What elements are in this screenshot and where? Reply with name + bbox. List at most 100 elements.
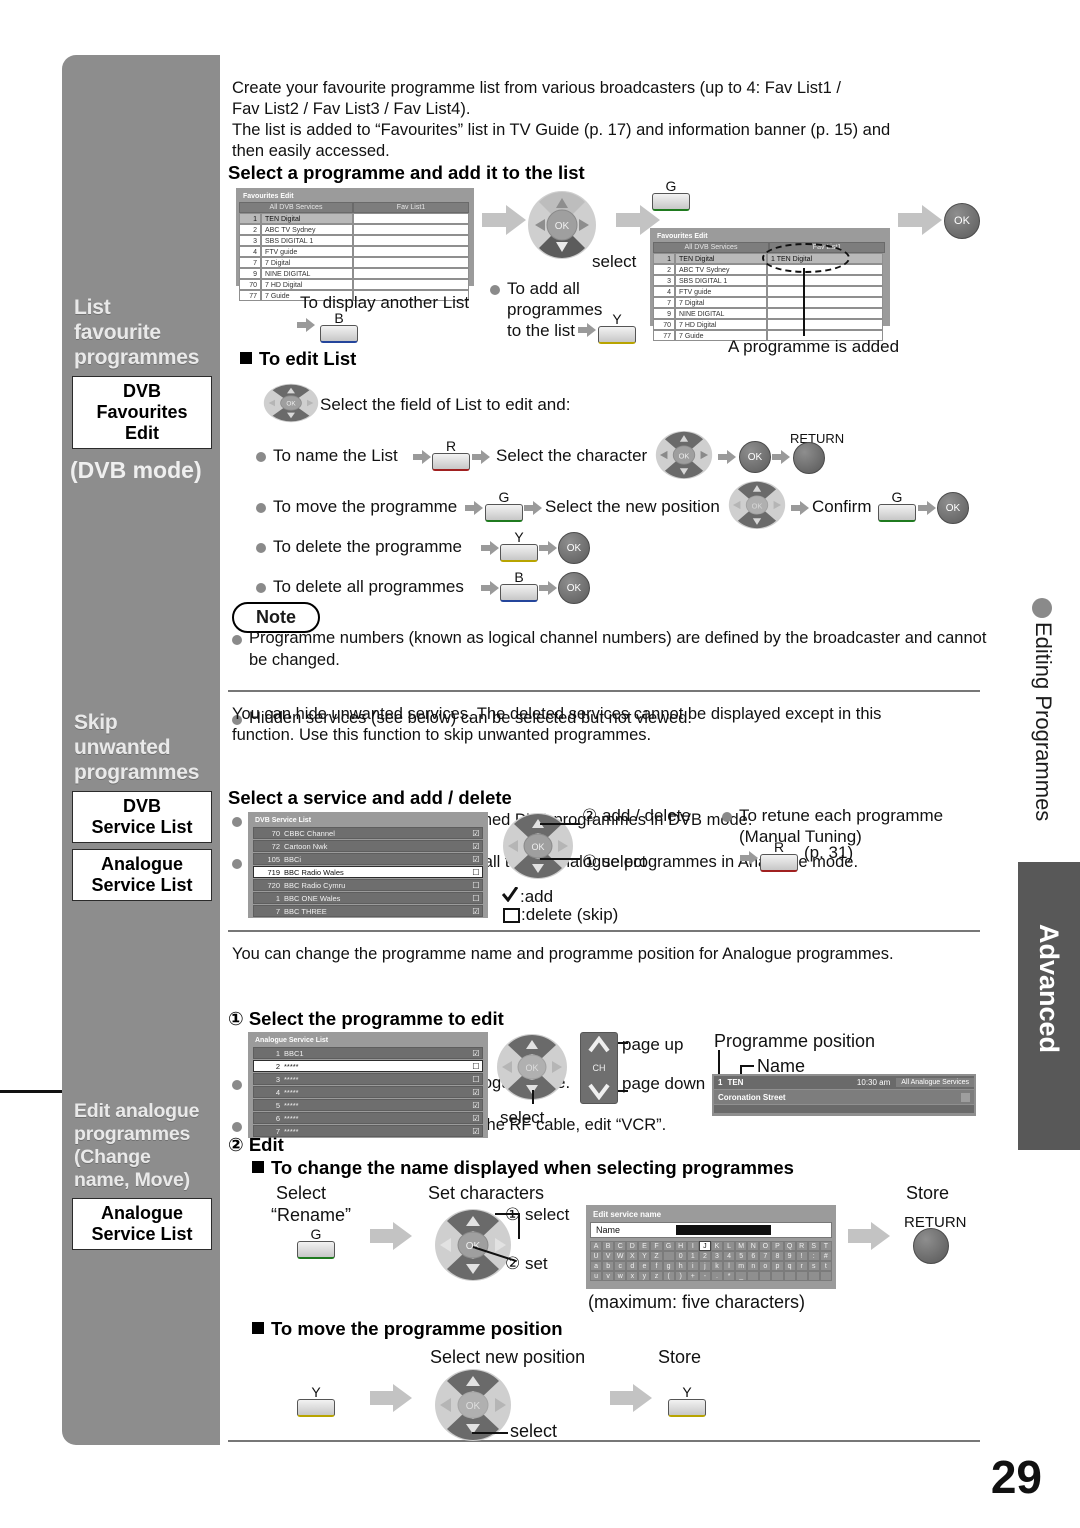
ok-button-name[interactable]: OK [739,441,771,473]
colour-key-g-confirm[interactable]: G [878,490,916,522]
table-row[interactable]: 9 NINE DIGITAL [239,268,471,279]
table-row[interactable]: 3 SBS DIGITAL 1 [239,235,471,246]
keyboard-key[interactable]: 0 [674,1251,687,1261]
keyboard-key[interactable]: w [614,1271,627,1281]
empty-box-icon[interactable]: ☐ [470,868,482,877]
keyboard-key[interactable]: C [614,1241,627,1251]
keyboard-key[interactable]: H [674,1241,687,1251]
keyboard-key[interactable]: I [686,1241,699,1251]
empty-box-icon[interactable]: ☐ [470,1075,482,1084]
keyboard-key[interactable]: Y [638,1251,651,1261]
colour-key-g-rename[interactable]: G [297,1227,335,1259]
check-icon[interactable]: ☑ [470,1049,482,1058]
keyboard-key[interactable]: ) [674,1271,687,1281]
keyboard-key[interactable]: f [650,1261,663,1271]
list-item[interactable]: 72 Cartoon Nwk ☑ [253,840,483,852]
list-item[interactable]: 5 ***** ☑ [253,1099,483,1111]
keyboard-key[interactable]: j [698,1261,711,1271]
dpad-move-programme[interactable]: OK [728,480,786,530]
check-icon[interactable]: ☑ [470,829,482,838]
keyboard-key[interactable]: # [819,1251,832,1261]
check-icon[interactable]: ☑ [470,1088,482,1097]
list-item[interactable]: 2 ***** ☐ [253,1060,483,1072]
table-row[interactable]: 70 7 HD Digital [653,319,887,330]
keyboard-key[interactable]: e [638,1261,651,1271]
keyboard-key[interactable]: k [710,1261,724,1271]
ok-button-confirm[interactable]: OK [937,492,969,524]
keyboard-key[interactable]: - [698,1271,711,1281]
fav-cell[interactable] [353,246,469,257]
colour-key-y-addall[interactable]: Y [598,312,636,344]
keyboard-key[interactable]: L [723,1241,736,1251]
keyboard-key[interactable]: Q [783,1241,796,1251]
empty-box-icon[interactable]: ☐ [470,881,482,890]
list-item[interactable]: 720 BBC Radio Cymru ☐ [253,879,483,891]
keyboard-key[interactable]: y [638,1271,651,1281]
keyboard-key[interactable]: 9 [783,1251,796,1261]
keyboard-key[interactable]: : [807,1251,820,1261]
keyboard-key[interactable]: t [819,1261,832,1271]
keyboard-key[interactable]: W [614,1251,627,1261]
dpad-select-character[interactable]: OK [655,430,713,480]
colour-key-b-deleteall[interactable]: B [500,570,538,602]
keyboard-key[interactable]: A [590,1241,603,1251]
keyboard-key[interactable]: q [783,1261,796,1271]
keyboard-key[interactable]: J [698,1241,711,1251]
table-row[interactable]: 9 NINE DIGITAL [653,308,887,319]
list-item[interactable]: 105 BBCi ☑ [253,853,483,865]
table-row[interactable]: 3 SBS DIGITAL 1 [653,275,887,286]
keyboard-key[interactable]: D [626,1241,639,1251]
keyboard-key[interactable]: o [759,1261,772,1271]
list-item[interactable]: 6 ***** ☑ [253,1112,483,1124]
table-row[interactable]: 70 7 HD Digital [239,279,471,290]
keyboard-key[interactable]: B [602,1241,615,1251]
keyboard-key[interactable]: 2 [698,1251,711,1261]
keyboard-key[interactable]: 8 [771,1251,784,1261]
table-row[interactable]: 1 TEN Digital [239,213,471,224]
ch-rocker[interactable]: CH [580,1032,618,1104]
check-icon[interactable]: ☑ [470,855,482,864]
list-item[interactable]: 3 ***** ☐ [253,1073,483,1085]
table-row[interactable]: 2 ABC TV Sydney [239,224,471,235]
table-row[interactable]: 4 FTV guide [239,246,471,257]
table-row[interactable]: 77 Digital [239,257,471,268]
keyboard-key[interactable]: T [819,1241,832,1251]
keyboard-key[interactable]: 1 [686,1251,699,1261]
keyboard-key[interactable]: S [807,1241,820,1251]
fav-cell[interactable] [767,319,883,330]
sidebar-chip-analogue-service-list[interactable]: Analogue Service List [72,849,212,901]
fav-cell[interactable] [767,308,883,319]
colour-key-g-move[interactable]: G [485,490,523,522]
check-icon[interactable]: ☑ [470,842,482,851]
keyboard-key[interactable]: V [602,1251,615,1261]
keyboard-key[interactable]: v [602,1271,615,1281]
keyboard-key[interactable]: U [590,1251,603,1261]
colour-key-r-name[interactable]: R [432,439,470,471]
keyboard-key[interactable]: l [723,1261,736,1271]
keyboard-key[interactable]: u [590,1271,603,1281]
list-item[interactable]: 1 BBC1 ☑ [253,1047,483,1059]
keyboard-key[interactable]: r [795,1261,808,1271]
table-row[interactable]: 4 FTV guide [653,286,887,297]
fav-cell[interactable] [353,213,469,224]
fav-cell[interactable] [353,279,469,290]
dpad-select-field[interactable]: OK [263,383,319,423]
keyboard-key[interactable]: _ [735,1271,748,1281]
return-button-1[interactable] [793,442,825,474]
return-button-2[interactable] [913,1228,949,1264]
keyboard-key[interactable]: g [662,1261,675,1271]
ok-button-deleteall[interactable]: OK [558,572,590,604]
keyboard-key[interactable]: N [747,1241,760,1251]
keyboard-key[interactable]: M [735,1241,748,1251]
dpad-move-position[interactable]: OK [434,1368,512,1442]
colour-key-b-display[interactable]: B [320,311,358,343]
keyboard-key[interactable]: ! [795,1251,808,1261]
keyboard-key[interactable]: d [626,1261,639,1271]
list-item[interactable]: 7 BBC THREE ☑ [253,905,483,917]
keyboard-key[interactable]: m [735,1261,748,1271]
keyboard-key[interactable]: F [650,1241,663,1251]
keyboard-key[interactable]: i [686,1261,699,1271]
check-icon[interactable]: ☑ [470,1127,482,1136]
keyboard-key[interactable]: Z [650,1251,663,1261]
colour-key-y-move2[interactable]: Y [668,1385,706,1417]
